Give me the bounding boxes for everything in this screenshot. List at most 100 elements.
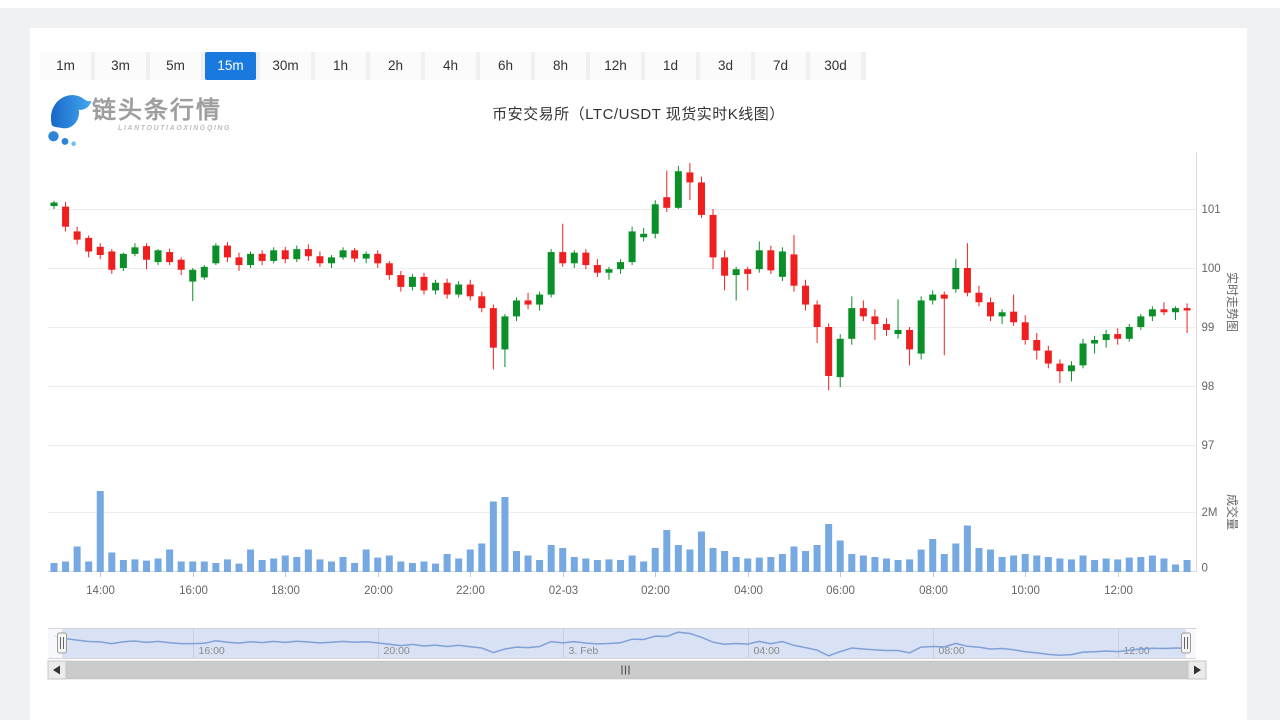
candle-body (374, 254, 381, 263)
candle-body (189, 270, 196, 282)
candle-body (340, 250, 347, 257)
volume-bar (1114, 559, 1121, 572)
volume-bar (548, 545, 555, 572)
volume-bar (74, 547, 81, 573)
candle-body (386, 263, 393, 275)
candle-body (987, 302, 994, 316)
candle-body (952, 268, 959, 289)
candle-body (1137, 316, 1144, 327)
volume-bar (605, 559, 612, 572)
volume-bar (790, 547, 797, 573)
volume-bar (952, 544, 959, 573)
scrollbar-thumb[interactable] (48, 661, 1206, 679)
candle-body (548, 252, 555, 294)
volume-bar (420, 562, 427, 573)
volume-axis-label: 2M (1202, 507, 1218, 519)
volume-bar (918, 550, 925, 573)
scrollbar-right-button[interactable] (1188, 661, 1206, 679)
candle-body (1080, 344, 1087, 366)
volume-bar (582, 559, 589, 573)
volume-bar (201, 562, 208, 573)
time-axis-label: 02:00 (641, 585, 670, 597)
candle-body (640, 234, 647, 238)
volume-bar (779, 554, 786, 572)
volume-bar (166, 550, 173, 573)
candle-body (166, 252, 173, 262)
volume-series (51, 491, 1191, 572)
volume-bar (871, 557, 878, 572)
volume-bar (340, 557, 347, 572)
candle-body (906, 330, 913, 349)
chart-gridlines (48, 210, 1196, 513)
candle-body (1149, 309, 1156, 316)
volume-bar (478, 544, 485, 573)
candle-body (1068, 365, 1075, 371)
candle-body (212, 246, 219, 264)
volume-bar (282, 556, 289, 573)
time-axis-label: 08:00 (919, 585, 948, 597)
scrollbar[interactable] (48, 661, 1206, 679)
candle-body (941, 295, 948, 299)
volume-bar (155, 559, 162, 573)
volume-bar (536, 560, 543, 572)
volume-bar (941, 554, 948, 572)
candle-body (513, 300, 520, 316)
candle-body (605, 269, 612, 273)
volume-bar (710, 548, 717, 572)
time-axis-label: 22:00 (456, 585, 485, 597)
volume-bar (363, 550, 370, 573)
volume-bar (1137, 557, 1144, 572)
volume-bar (594, 560, 601, 572)
candle-body (837, 339, 844, 377)
candle-body (259, 254, 266, 261)
candle-body (675, 171, 682, 208)
volume-bar (328, 562, 335, 573)
volume-bar (929, 539, 936, 572)
volume-bar (640, 562, 647, 573)
volume-bar (305, 550, 312, 573)
navigator-left-handle[interactable] (58, 633, 67, 653)
volume-bar (744, 559, 751, 573)
candle-body (397, 275, 404, 287)
volume-bar (467, 550, 474, 573)
volume-bar (51, 563, 58, 572)
scrollbar-left-button[interactable] (48, 661, 66, 679)
volume-bar (270, 559, 277, 573)
candle-body (895, 330, 902, 334)
volume-bar (987, 550, 994, 573)
volume-bar (1010, 556, 1017, 573)
candle-body (351, 250, 358, 258)
candle-body (143, 246, 150, 260)
time-axis-label: 06:00 (826, 585, 855, 597)
time-axis-label: 14:00 (86, 585, 115, 597)
volume-bar (247, 550, 254, 573)
volume-bar (675, 545, 682, 572)
candle-body (802, 286, 809, 305)
kline-chart[interactable]: 14:0016:0018:0020:0022:0002-0302:0004:00… (30, 28, 1247, 720)
volume-bar (120, 560, 127, 572)
candle-body (270, 250, 277, 261)
candle-body (131, 247, 138, 253)
candle-body (1172, 308, 1179, 312)
candle-body (571, 253, 578, 264)
candle-body (224, 246, 231, 258)
candle-body (883, 324, 890, 330)
candle-body (51, 203, 58, 207)
candle-body (779, 251, 786, 276)
volume-bar (490, 502, 497, 573)
candle-body (1091, 340, 1098, 344)
volume-bar (860, 556, 867, 573)
candle-body (686, 172, 693, 182)
candle-body (860, 308, 867, 316)
volume-bar (62, 562, 69, 573)
volume-bar (85, 562, 92, 573)
candle-body (293, 249, 300, 259)
volume-bar (525, 556, 532, 573)
volume-bar (1160, 559, 1167, 573)
candle-body (617, 262, 624, 269)
navigator-right-handle[interactable] (1182, 633, 1191, 653)
volume-bar (143, 561, 150, 572)
navigator[interactable]: 16:0020:003. Feb04:0008:0012:00 (48, 628, 1196, 659)
volume-bar (767, 557, 774, 572)
candle-body (559, 252, 566, 263)
